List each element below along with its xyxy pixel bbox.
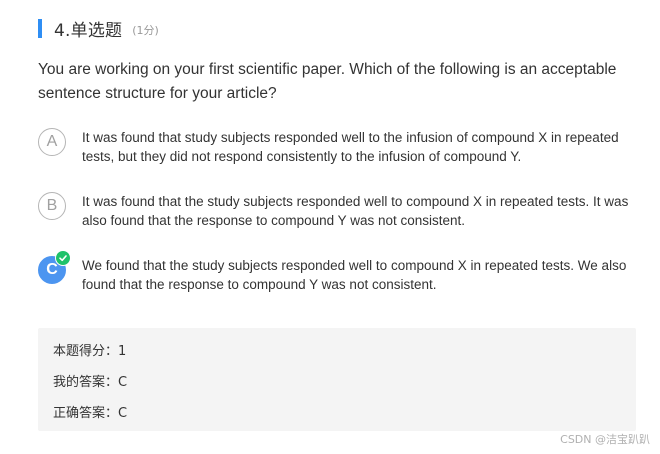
option-b[interactable]: B It was found that the study subjects r… bbox=[38, 192, 638, 236]
option-a[interactable]: A It was found that study subjects respo… bbox=[38, 128, 638, 172]
correct-check-icon bbox=[55, 250, 71, 266]
question-score: (1分) bbox=[132, 23, 159, 37]
question-header: 4.单选题 (1分) bbox=[38, 17, 159, 41]
option-a-letter[interactable]: A bbox=[38, 128, 66, 156]
correct-answer-line: 正确答案：C bbox=[53, 406, 128, 421]
accent-bar bbox=[38, 18, 42, 38]
answer-panel: 本题得分：1 我的答案：C 正确答案：C bbox=[38, 328, 636, 431]
option-a-text[interactable]: It was found that study subjects respond… bbox=[82, 128, 630, 166]
option-c[interactable]: C We found that the study subjects respo… bbox=[38, 250, 638, 300]
score-line: 本题得分：1 bbox=[53, 344, 127, 359]
question-stem: You are working on your first scientific… bbox=[38, 61, 617, 102]
option-b-text[interactable]: It was found that the study subjects res… bbox=[82, 192, 630, 230]
question-title: 4.单选题 bbox=[54, 20, 123, 41]
question-page: 4.单选题 (1分) You are working on your first… bbox=[0, 0, 660, 454]
watermark: CSDN @洁宝趴趴 bbox=[560, 433, 650, 446]
option-c-text[interactable]: We found that the study subjects respond… bbox=[82, 256, 630, 294]
option-b-letter[interactable]: B bbox=[38, 192, 66, 220]
my-answer-line: 我的答案：C bbox=[53, 375, 128, 390]
